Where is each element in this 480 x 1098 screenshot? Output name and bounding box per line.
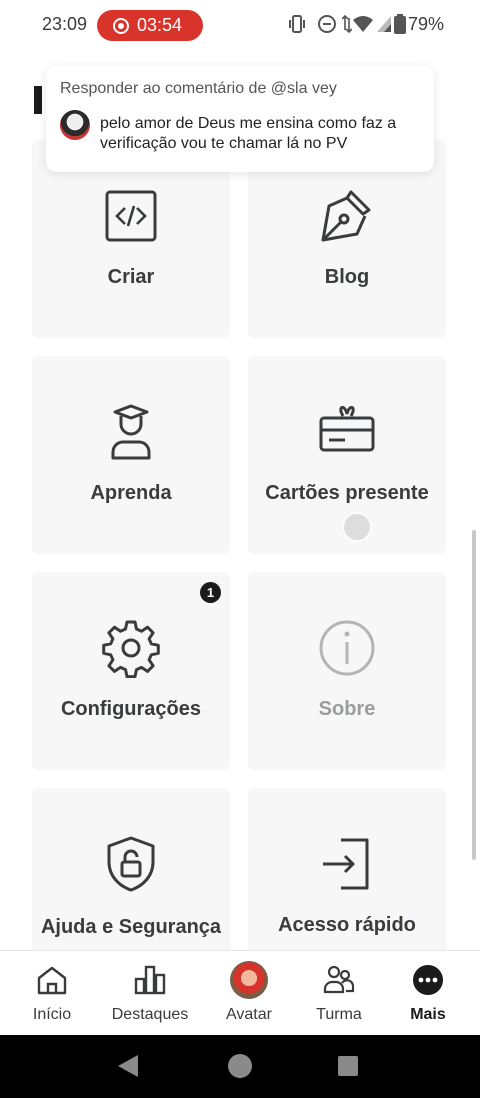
nav-label: Turma [316, 1006, 362, 1023]
recording-time: 03:54 [137, 15, 183, 35]
tile-label: Sobre [318, 698, 376, 720]
tile-sobre[interactable]: Sobre [248, 572, 446, 770]
signal-icon [377, 16, 391, 32]
battery-icon [394, 14, 406, 34]
pen-icon [317, 186, 377, 246]
vibrate-icon [289, 15, 305, 33]
battery-percent: 79% [408, 14, 445, 34]
tile-configuracoes[interactable]: Configurações 1 [32, 572, 230, 770]
nav-label: Avatar [226, 1006, 272, 1023]
nav-label: Início [32, 1006, 72, 1023]
tile-label: Acesso rápido [278, 914, 416, 936]
tile-aprenda[interactable]: Aprenda [32, 356, 230, 554]
nav-turma[interactable]: Turma [291, 951, 387, 1036]
nav-avatar[interactable]: Avatar [201, 951, 297, 1036]
record-icon [113, 18, 129, 34]
tile-label: Criar [107, 266, 155, 288]
data-arrows-icon [342, 14, 352, 34]
screen-recording-indicator[interactable]: 03:54 [97, 10, 203, 41]
dnd-icon [318, 15, 336, 33]
info-icon [317, 618, 377, 678]
tile-label: Ajuda e Segurança [40, 916, 222, 938]
nav-inicio[interactable]: Início [4, 951, 100, 1036]
touch-indicator [342, 512, 372, 542]
home-icon [35, 963, 69, 997]
reply-comment-overlay: Responder ao comentário de @sla vey pelo… [46, 66, 434, 172]
graduate-icon [101, 402, 161, 462]
nav-label: Destaques [111, 1006, 189, 1023]
reply-comment-text: pelo amor de Deus me ensina como faz a v… [100, 115, 397, 152]
scrollbar[interactable] [472, 530, 476, 860]
status-bar: 23:09 03:54 79% [0, 0, 480, 50]
tile-label: Aprenda [90, 482, 172, 504]
system-nav-bar [0, 1035, 480, 1098]
reply-header: Responder ao comentário de @sla vey [60, 80, 337, 97]
people-icon [322, 963, 356, 997]
gear-icon [101, 618, 161, 678]
code-icon [101, 186, 161, 246]
more-icon [411, 963, 445, 997]
tile-label: Configurações [60, 698, 202, 720]
bottom-nav: Início Destaques Avatar Turma Mais [0, 950, 480, 1036]
nav-mais[interactable]: Mais [380, 951, 476, 1036]
recents-icon[interactable] [338, 1056, 358, 1076]
gift-card-icon [317, 402, 377, 462]
wifi-icon [353, 16, 373, 32]
back-icon[interactable] [118, 1055, 138, 1077]
nav-destaques[interactable]: Destaques [102, 951, 198, 1036]
avatar-icon [230, 961, 268, 999]
status-time: 23:09 [42, 14, 88, 34]
nav-label: Mais [410, 1006, 446, 1023]
charts-icon [133, 963, 167, 997]
notification-badge: 1 [200, 582, 221, 603]
home-button-icon[interactable] [228, 1054, 252, 1078]
sign-in-icon [317, 834, 377, 894]
tile-label: Cartões presente [265, 482, 429, 504]
tile-label: Blog [324, 266, 370, 288]
shield-lock-icon [101, 834, 161, 894]
page-title-fragment [34, 86, 42, 114]
commenter-avatar [60, 110, 90, 140]
